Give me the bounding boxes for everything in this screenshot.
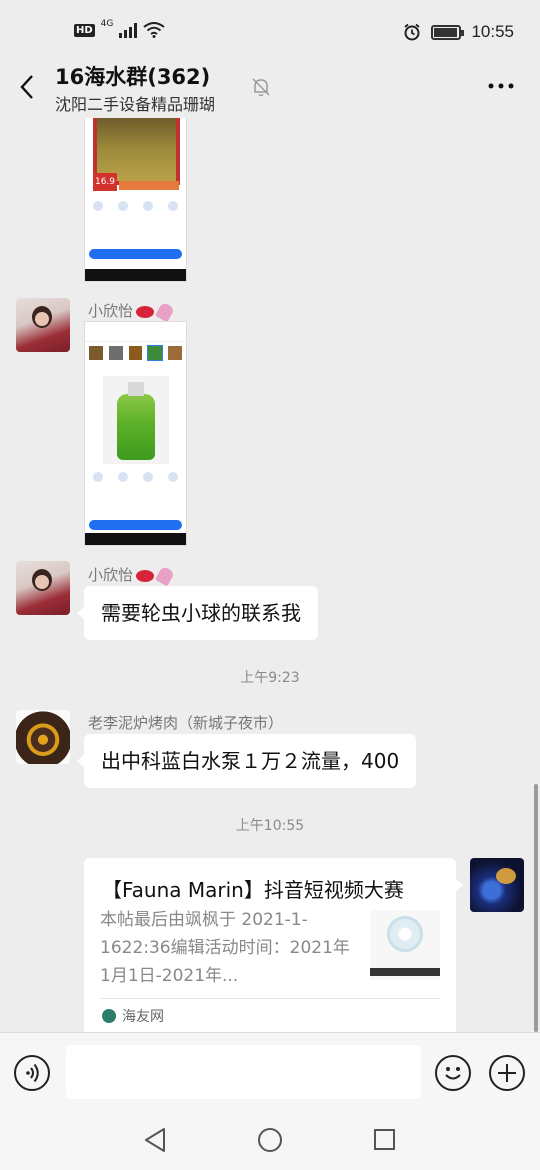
timestamp: 上午10:55 bbox=[235, 818, 305, 834]
muted-bell-icon bbox=[252, 78, 270, 97]
link-card-description: 本帖最后由飒枫于 2021-1-1622:36编辑活动时间：2021年1月1日-… bbox=[100, 910, 350, 986]
lips-emoji-icon bbox=[136, 305, 155, 318]
shot-buy-button bbox=[89, 520, 182, 530]
avatar[interactable] bbox=[16, 298, 70, 352]
battery-icon bbox=[431, 24, 465, 40]
shot-icons bbox=[93, 472, 178, 482]
link-card-source: 海友网 bbox=[102, 1006, 164, 1026]
smiley-icon bbox=[445, 1067, 461, 1080]
shot-icons bbox=[93, 201, 178, 211]
avatar[interactable] bbox=[16, 561, 70, 615]
chat-area[interactable]: 16.9 小欣怡 小欣怡 需要轮虫小球的联系我 上午9:23 老李泥炉烤肉（新城… bbox=[0, 118, 540, 1032]
plus-icon bbox=[498, 1064, 516, 1082]
chat-subtitle: 沈阳二手设备精品珊瑚 bbox=[55, 95, 216, 114]
signal-icon bbox=[119, 22, 138, 38]
shot-navbar bbox=[85, 269, 186, 281]
green-bottle-photo bbox=[103, 376, 169, 464]
clock: 10:55 bbox=[471, 22, 514, 41]
divider bbox=[100, 998, 440, 999]
hd-badge: HD bbox=[74, 23, 95, 37]
message-input[interactable] bbox=[66, 1045, 421, 1099]
image-message-1[interactable]: 16.9 bbox=[84, 118, 187, 282]
link-card[interactable]: 【Fauna Marin】抖音短视频大赛 本帖最后由飒枫于 2021-1-162… bbox=[84, 858, 463, 1032]
back-arrow-icon[interactable] bbox=[14, 70, 44, 104]
source-logo-icon bbox=[102, 1009, 116, 1023]
more-options-icon[interactable] bbox=[486, 72, 516, 100]
nav-recent-apps-icon[interactable] bbox=[374, 1129, 395, 1150]
my-avatar[interactable] bbox=[470, 858, 524, 912]
nav-home-icon[interactable] bbox=[258, 1128, 282, 1152]
promo-banner bbox=[119, 181, 179, 190]
price-tag: 16.9 bbox=[93, 173, 117, 191]
timestamp: 上午9:23 bbox=[240, 670, 300, 686]
shot-navbar bbox=[85, 533, 186, 545]
avatar[interactable] bbox=[16, 710, 70, 764]
wifi-icon bbox=[143, 22, 165, 38]
voice-input-button[interactable] bbox=[14, 1055, 50, 1091]
shot-buy-button bbox=[89, 249, 182, 259]
lips-emoji-icon bbox=[136, 569, 155, 582]
nail-polish-emoji-icon bbox=[154, 565, 176, 586]
shot-thumbs bbox=[89, 345, 182, 361]
link-card-thumbnail bbox=[370, 910, 440, 980]
message-bubble[interactable]: 需要轮虫小球的联系我 bbox=[77, 586, 318, 640]
more-functions-button[interactable] bbox=[489, 1055, 525, 1091]
source-name: 海友网 bbox=[122, 1009, 164, 1025]
status-right: 10:55 bbox=[403, 22, 514, 42]
voice-icon bbox=[26, 1063, 39, 1083]
chat-header: 16海水群(362) 沈阳二手设备精品珊瑚 bbox=[0, 56, 540, 118]
thumbnail-bar bbox=[370, 968, 440, 976]
alarm-icon bbox=[404, 23, 421, 41]
sender-name: 老李泥炉烤肉（新城子夜市） bbox=[88, 714, 284, 732]
system-nav-bar bbox=[0, 1112, 540, 1170]
emoji-button[interactable] bbox=[435, 1055, 471, 1091]
status-bar: HD 4G 10:55 bbox=[0, 0, 540, 64]
network-type: 4G bbox=[100, 19, 114, 29]
nail-polish-emoji-icon bbox=[154, 301, 176, 322]
nav-back-icon[interactable] bbox=[142, 1126, 168, 1154]
logo-ring bbox=[387, 916, 423, 952]
scrollbar[interactable] bbox=[534, 784, 538, 1032]
sender-name: 小欣怡 bbox=[88, 564, 176, 586]
link-card-title: 【Fauna Marin】抖音短视频大赛 bbox=[102, 878, 404, 902]
status-left: HD 4G bbox=[74, 19, 165, 38]
input-bar bbox=[0, 1032, 540, 1112]
chat-title: 16海水群(362) bbox=[55, 65, 211, 89]
sender-name: 小欣怡 bbox=[88, 300, 176, 322]
message-bubble[interactable]: 出中科蓝白水泵１万２流量，400 bbox=[76, 734, 417, 788]
shot-topbar bbox=[85, 322, 186, 342]
image-message-2[interactable] bbox=[84, 321, 187, 546]
battery-level bbox=[434, 27, 457, 37]
